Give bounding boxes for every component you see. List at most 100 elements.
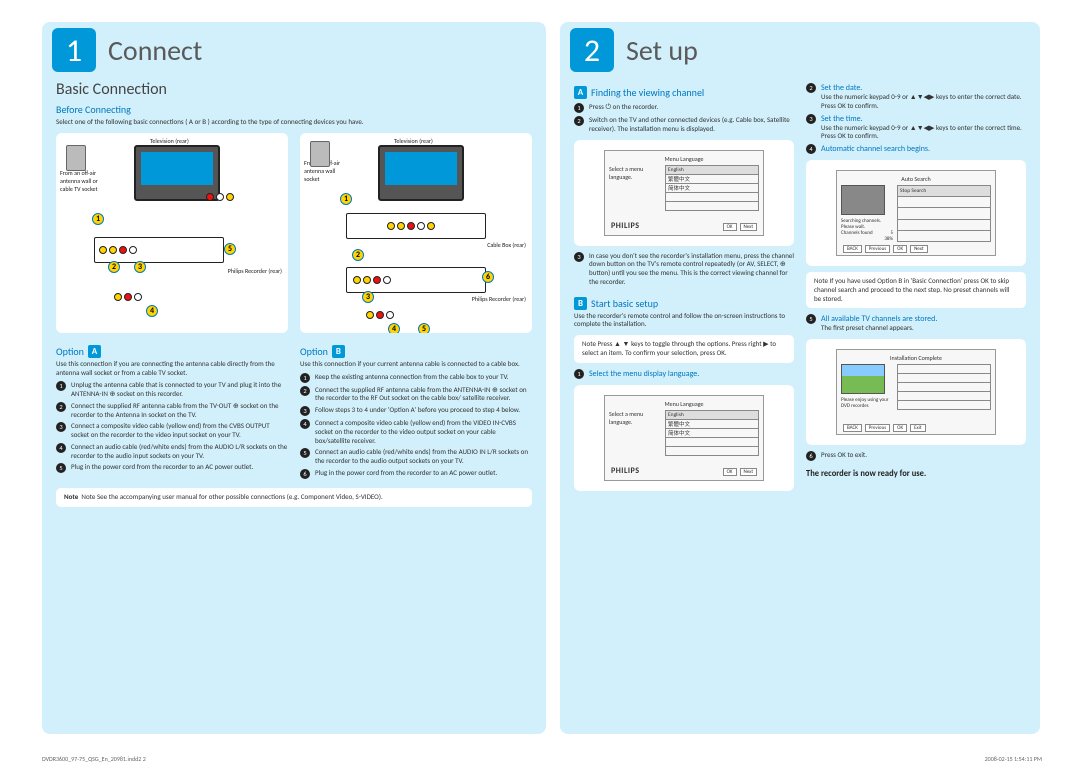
dA-wall bbox=[66, 145, 86, 171]
before-connecting-text: Select one of the following basic connec… bbox=[56, 118, 532, 127]
secB-step3-wrap: 3 Set the time. Use the numeric keypad 0… bbox=[806, 114, 1026, 142]
install-btns: BACK Previous OK Exit bbox=[843, 424, 926, 432]
secB-note1: Note Press ▲ ▼ keys to toggle through th… bbox=[574, 335, 794, 363]
optB-step4: Connect a composite video cable (yellow … bbox=[315, 419, 532, 445]
connect-bottom-note-text: Note See the accompanying user manual fo… bbox=[81, 492, 382, 501]
dB-rec-label: Philips Recorder (rear) bbox=[472, 295, 526, 303]
recorder-ready: The recorder is now ready for use. bbox=[806, 469, 1026, 479]
optA-step1: Unplug the antenna cable that is connect… bbox=[71, 381, 288, 399]
install-left: Please enjoy using your DVD recorder. bbox=[841, 397, 893, 409]
auto-btn-ok: OK bbox=[893, 245, 907, 253]
auto-left1: Searching channels. Please wait. bbox=[841, 218, 893, 230]
option-b-header: Option B bbox=[300, 345, 532, 358]
option-b-column: Option B Use this connection if your cur… bbox=[300, 339, 532, 482]
secB-row-empty2 bbox=[666, 446, 759, 455]
secA-step3: In case you don't see the recorder's ins… bbox=[589, 252, 794, 287]
auto-thumb bbox=[841, 185, 885, 215]
secB-btn-ok: OK bbox=[723, 468, 737, 476]
secB-screen-wrap: Menu Language Select a menu language. En… bbox=[574, 385, 794, 491]
dB-tv-label: Television (rear) bbox=[394, 137, 433, 145]
option-a-steps: 1Unplug the antenna cable that is connec… bbox=[56, 381, 288, 473]
optB-step6: Plug in the power cord from the recorder… bbox=[315, 469, 532, 479]
optA-step4: Connect an audio cable (red/white ends) … bbox=[71, 443, 288, 461]
dB-recorder bbox=[346, 267, 486, 293]
secB-step5-wrap: 5 All available TV channels are stored. … bbox=[806, 314, 1026, 333]
dB-cablebox bbox=[346, 213, 486, 239]
diagram-option-b: Television (rear) From an off-air antenn… bbox=[300, 133, 532, 333]
dB-wall bbox=[310, 141, 330, 167]
before-connecting-text-span: Select one of the following basic connec… bbox=[56, 117, 364, 126]
secB-step1-label: Select the menu display language. bbox=[589, 369, 794, 379]
secA-brand: PHILIPS bbox=[611, 221, 640, 231]
option-a-label: Option bbox=[56, 345, 84, 358]
install-screen: Installation Complete Please enjoy using… bbox=[836, 349, 996, 435]
diagram-row: Television (rear) From an off-air antenn… bbox=[56, 127, 532, 339]
auto-btn-prev: Previous bbox=[865, 245, 890, 253]
setup-badge: 2 bbox=[570, 28, 614, 72]
auto-row1: Stop Search bbox=[898, 186, 991, 197]
option-b-letter: B bbox=[332, 345, 345, 358]
secB-btns: OK Next bbox=[723, 468, 757, 476]
page-footer: DVDR3600_97-75_QSG_En_20981.indd2 2 2008… bbox=[42, 755, 1042, 763]
secB-brand: PHILIPS bbox=[611, 466, 640, 476]
page-spread: 1 Connect Basic Connection Before Connec… bbox=[42, 22, 1042, 734]
dA-wall-label: From an off-air antenna wall or cable TV… bbox=[60, 169, 106, 193]
dA-rec-label: Philips Recorder (rear) bbox=[228, 267, 282, 275]
connect-title: Connect bbox=[108, 33, 202, 68]
auto-btn-back: BACK bbox=[843, 245, 862, 253]
setup-columns: A Finding the viewing channel 1Press ⏻ o… bbox=[574, 80, 1026, 497]
secB-note2-text: Note If you have used Option B in 'Basic… bbox=[814, 276, 1009, 303]
before-connecting-title: Before Connecting bbox=[56, 103, 532, 116]
secA-screen: Menu Language Select a menu language. En… bbox=[604, 150, 764, 236]
secB-screen: Menu Language Select a menu language. En… bbox=[604, 395, 764, 481]
optB-step1: Keep the existing antenna connection fro… bbox=[315, 373, 532, 383]
install-screen-wrap: Installation Complete Please enjoy using… bbox=[806, 339, 1026, 445]
auto-left2: Channels found bbox=[841, 230, 873, 236]
secA-letter: A bbox=[574, 86, 587, 99]
secA-btn-next: Next bbox=[740, 223, 758, 231]
secB-step6-wrap: 6 Press OK to exit. bbox=[806, 451, 1026, 461]
secB-step6-text: Press OK to exit. bbox=[821, 451, 1026, 461]
secA-title: Finding the viewing channel bbox=[591, 86, 704, 99]
secB-step4-wrap: 4 Automatic channel search begins. bbox=[806, 144, 1026, 154]
panel-setup: 2 Set up A Finding the viewing channel 1… bbox=[560, 22, 1040, 734]
secB-row-empty1 bbox=[666, 437, 759, 446]
secA-row1: English bbox=[666, 165, 759, 174]
dB-television bbox=[378, 145, 464, 201]
setup-title: Set up bbox=[626, 33, 698, 68]
secB-step3-label: Set the time. bbox=[821, 114, 1026, 124]
optB-step5: Connect an audio cable (red/white ends) … bbox=[315, 448, 532, 466]
option-a-column: Option A Use this connection if you are … bbox=[56, 339, 288, 482]
install-table bbox=[897, 364, 991, 410]
secB-letter: B bbox=[574, 297, 587, 310]
secB-note2: Note If you have used Option B in 'Basic… bbox=[806, 272, 1026, 308]
install-btn-back: BACK bbox=[843, 424, 862, 432]
options-row: Option A Use this connection if you are … bbox=[56, 339, 532, 482]
dA-recorder bbox=[94, 237, 224, 263]
dA-tv-ports bbox=[206, 193, 234, 201]
optA-step2: Connect the supplied RF antenna cable fr… bbox=[71, 402, 288, 420]
install-thumb bbox=[841, 364, 885, 394]
connect-bottom-note: Note Note See the accompanying user manu… bbox=[56, 488, 532, 507]
dA-tv-label: Television (rear) bbox=[150, 137, 189, 145]
footer-right: 2008-02-15 1:54:11 PM bbox=[985, 755, 1042, 763]
optB-step3: Follow steps 3 to 4 under 'Option A' bef… bbox=[315, 406, 532, 416]
secB-screen-left: Select a menu language. bbox=[609, 410, 661, 456]
secB-step2-wrap: 2 Set the date. Use the numeric keypad 0… bbox=[806, 83, 1026, 111]
option-b-intro: Use this connection if your current ante… bbox=[300, 360, 532, 369]
secB-row2: 繁體中文 bbox=[666, 419, 759, 428]
optA-step3: Connect a composite video cable (yellow … bbox=[71, 422, 288, 440]
secA-btns: OK Next bbox=[723, 223, 757, 231]
secB-step1-wrap: 1 Select the menu display language. bbox=[574, 369, 794, 379]
setup-header: 2 Set up bbox=[570, 28, 1026, 72]
diagram-option-a: Television (rear) From an off-air antenn… bbox=[56, 133, 288, 333]
secA-btn-ok: OK bbox=[723, 223, 737, 231]
auto-title: Auto Search bbox=[841, 175, 991, 183]
option-a-letter: A bbox=[88, 345, 101, 358]
auto-btns: BACK Previous OK Next bbox=[843, 245, 928, 253]
secA-step2: Switch on the TV and other connected dev… bbox=[589, 116, 794, 134]
dA-bottom-ports bbox=[114, 293, 142, 301]
secA-header: A Finding the viewing channel bbox=[574, 86, 794, 99]
secB-note1-text: Note Press ▲ ▼ keys to toggle through th… bbox=[582, 339, 776, 357]
secA-screen-table: English 繁體中文 简体中文 bbox=[665, 165, 759, 211]
